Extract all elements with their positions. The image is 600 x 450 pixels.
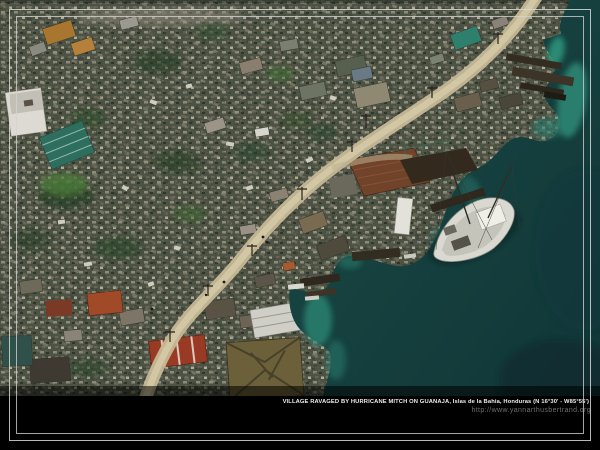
caption-band (0, 386, 600, 450)
white-colonial-house (5, 88, 47, 137)
caption-title: VILLAGE RAVAGED BY HURRICANE MITCH ON GU… (283, 399, 589, 406)
wallpaper: VILLAGE RAVAGED BY HURRICANE MITCH ON GU… (0, 0, 600, 450)
aerial-photo (0, 0, 600, 450)
caption-url: http://www.yannarthusbertrand.org (471, 407, 591, 415)
